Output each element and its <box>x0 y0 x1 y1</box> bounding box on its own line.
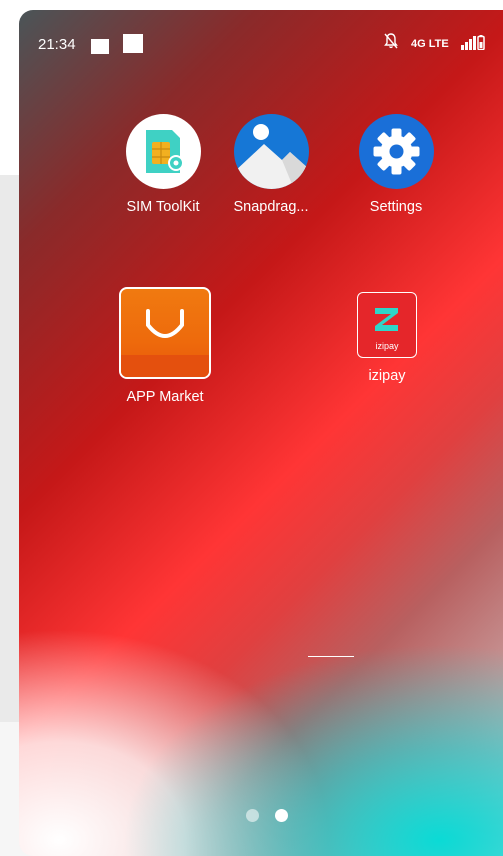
page-dot-active[interactable] <box>275 809 288 822</box>
app-label: Snapdrag... <box>233 199 309 215</box>
app-izipay[interactable]: izipay izipay <box>353 292 421 384</box>
signal-icon <box>461 35 485 50</box>
home-screen: 21:34 4G LTE SIM ToolKit Snapdrag... Set… <box>19 10 503 856</box>
bell-muted-icon <box>384 33 398 49</box>
gear-icon <box>358 114 434 189</box>
sim-card-icon <box>125 114 201 189</box>
izipay-icon: izipay <box>357 292 417 358</box>
app-settings[interactable]: Settings <box>343 114 449 215</box>
page-dot[interactable] <box>246 809 259 822</box>
status-time: 21:34 <box>38 36 76 53</box>
app-label: izipay <box>368 368 406 384</box>
notification-square-icon <box>123 34 143 53</box>
gallery-icon <box>233 114 309 189</box>
app-label: SIM ToolKit <box>126 199 200 215</box>
notification-square-icon <box>91 39 109 54</box>
app-label: Settings <box>369 199 423 215</box>
app-sim-toolkit[interactable]: SIM ToolKit <box>101 114 225 215</box>
network-type-label: 4G LTE <box>411 38 449 50</box>
app-market[interactable]: APP Market <box>100 287 230 405</box>
shopping-bag-icon <box>119 287 211 379</box>
app-snapdragon-gallery[interactable]: Snapdrag... <box>222 114 320 215</box>
status-bar: 21:34 4G LTE <box>19 10 503 78</box>
drawer-handle[interactable] <box>308 656 354 657</box>
app-label: APP Market <box>126 389 204 405</box>
izipay-icon-text: izipay <box>375 341 399 351</box>
page-indicator <box>243 809 293 823</box>
